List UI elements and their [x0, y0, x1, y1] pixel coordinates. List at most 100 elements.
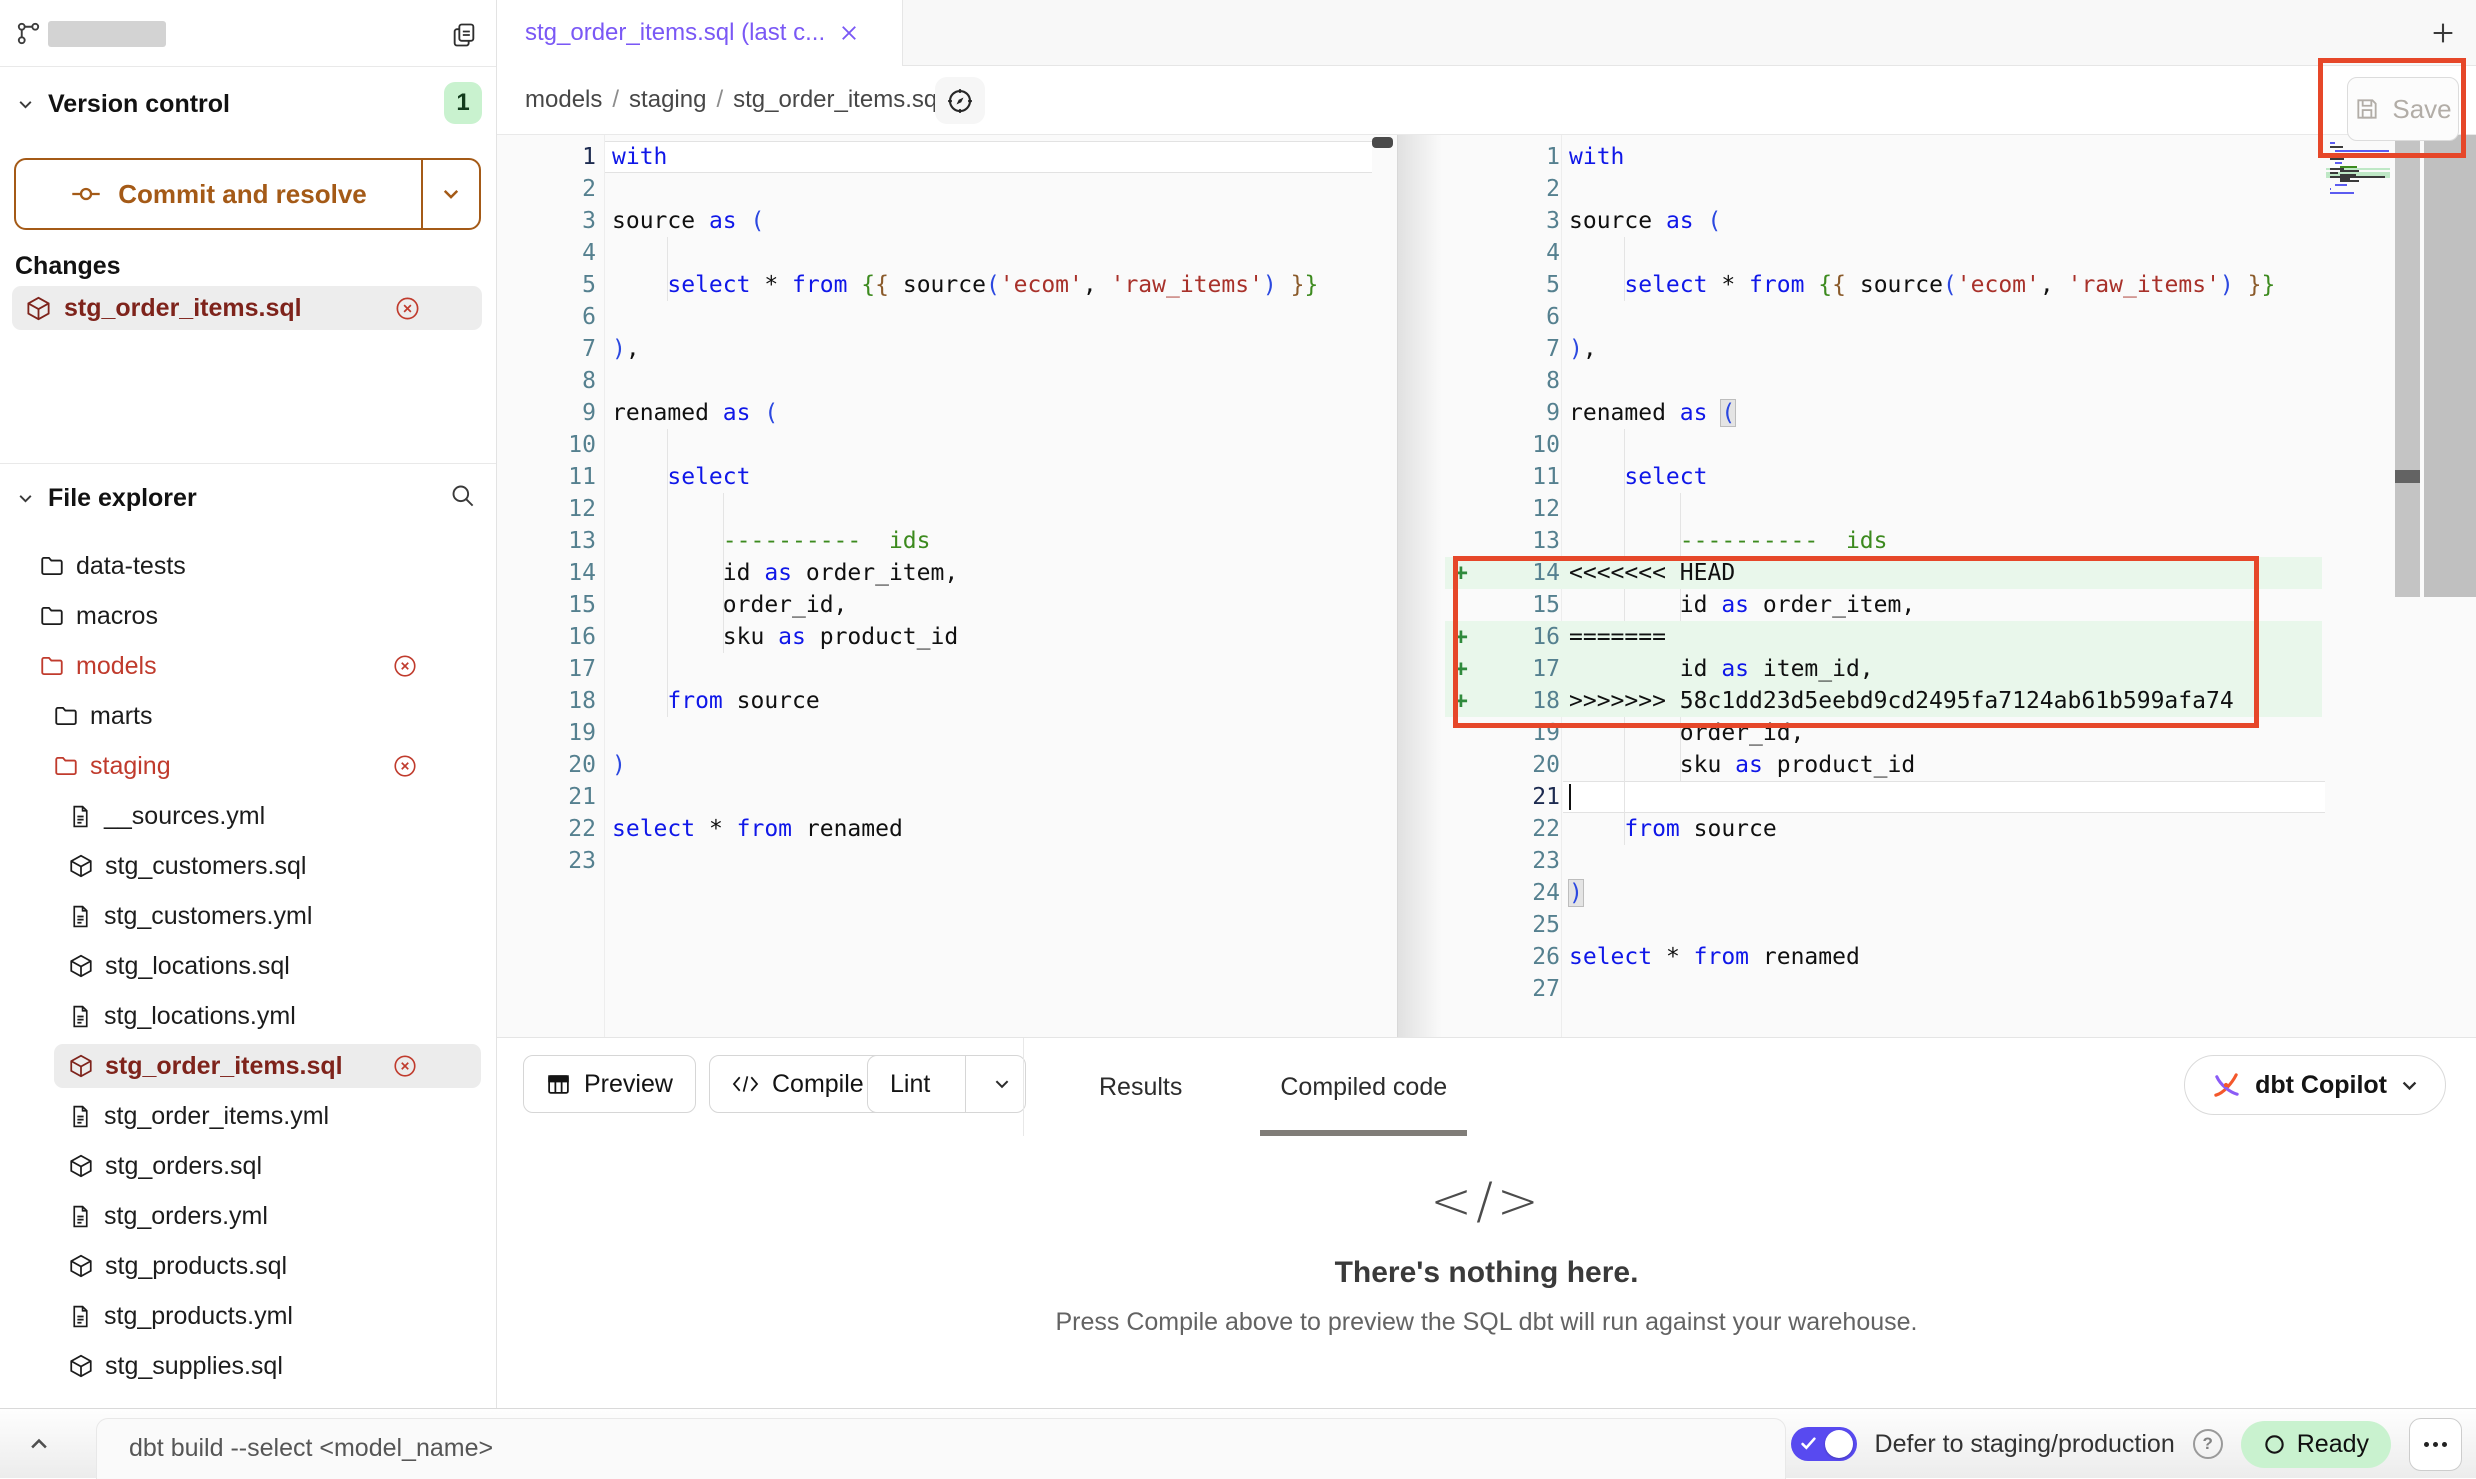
- lint-dropdown-button[interactable]: [979, 1075, 1025, 1093]
- right-code-line-8[interactable]: 8: [1398, 365, 2476, 397]
- left-code-line-18[interactable]: 18 from source: [497, 685, 1397, 717]
- right-code-line-9[interactable]: 9renamed as (: [1398, 397, 2476, 429]
- file-item-models[interactable]: models: [0, 641, 495, 691]
- right-code-line-7[interactable]: 7),: [1398, 333, 2476, 365]
- right-code-line-17[interactable]: +17 id as item_id,: [1398, 653, 2476, 685]
- file-item-staging[interactable]: staging: [0, 741, 495, 791]
- right-code-line-6[interactable]: 6: [1398, 301, 2476, 333]
- left-code-line-10[interactable]: 10: [497, 429, 1397, 461]
- tab-stg-order-items[interactable]: stg_order_items.sql (last c...: [497, 0, 903, 66]
- right-code-line-19[interactable]: 19 order_id,: [1398, 717, 2476, 749]
- left-code-line-12[interactable]: 12: [497, 493, 1397, 525]
- file-item-marts[interactable]: marts: [0, 691, 495, 741]
- right-code-line-20[interactable]: 20 sku as product_id: [1398, 749, 2476, 781]
- dbt-copilot-button[interactable]: dbt Copilot: [2184, 1055, 2446, 1115]
- right-code-line-15[interactable]: 15 id as order_item,: [1398, 589, 2476, 621]
- editor-scrollbar[interactable]: [2395, 135, 2420, 597]
- git-branch-icon[interactable]: [15, 20, 42, 47]
- right-code-line-5[interactable]: 5 select * from {{ source('ecom', 'raw_i…: [1398, 269, 2476, 301]
- close-icon[interactable]: [839, 23, 859, 43]
- right-code-line-4[interactable]: 4: [1398, 237, 2476, 269]
- right-code-line-26[interactable]: 26select * from renamed: [1398, 941, 2476, 973]
- left-code-line-9[interactable]: 9renamed as (: [497, 397, 1397, 429]
- file-item-stg_products.yml[interactable]: stg_products.yml: [0, 1291, 495, 1341]
- discard-change-icon[interactable]: [392, 1053, 418, 1079]
- file-item-stg_locations.sql[interactable]: stg_locations.sql: [0, 941, 495, 991]
- editor-pane-left[interactable]: 1with23source as (45 select * from {{ so…: [497, 135, 1397, 1037]
- file-item-stg_order_items.yml[interactable]: stg_order_items.yml: [0, 1091, 495, 1141]
- file-item-stg_orders.yml[interactable]: stg_orders.yml: [0, 1191, 495, 1241]
- commit-dropdown-button[interactable]: [423, 160, 479, 228]
- chevron-down-icon[interactable]: [17, 490, 34, 507]
- file-item-stg_customers.yml[interactable]: stg_customers.yml: [0, 891, 495, 941]
- left-code-line-3[interactable]: 3source as (: [497, 205, 1397, 237]
- file-item-stg_locations.yml[interactable]: stg_locations.yml: [0, 991, 495, 1041]
- left-code-line-16[interactable]: 16 sku as product_id: [497, 621, 1397, 653]
- right-code-line-27[interactable]: 27: [1398, 973, 2476, 1005]
- left-code-line-19[interactable]: 19: [497, 717, 1397, 749]
- scrollbar-thumb[interactable]: [2395, 470, 2420, 483]
- right-code-line-2[interactable]: 2: [1398, 173, 2476, 205]
- left-code-line-8[interactable]: 8: [497, 365, 1397, 397]
- right-code-line-25[interactable]: 25: [1398, 909, 2476, 941]
- left-code-line-20[interactable]: 20): [497, 749, 1397, 781]
- right-code-line-12[interactable]: 12: [1398, 493, 2476, 525]
- breadcrumb-segment[interactable]: stg_order_items.sql: [733, 86, 942, 114]
- lint-button[interactable]: Lint: [867, 1055, 1026, 1113]
- right-code-line-1[interactable]: 1with: [1398, 141, 2476, 173]
- commit-and-resolve-button[interactable]: Commit and resolve: [14, 158, 481, 230]
- help-icon[interactable]: ?: [2193, 1429, 2223, 1459]
- left-code-line-7[interactable]: 7),: [497, 333, 1397, 365]
- left-code-line-11[interactable]: 11 select: [497, 461, 1397, 493]
- left-code-line-14[interactable]: 14 id as order_item,: [497, 557, 1397, 589]
- file-item-stg_order_items.sql[interactable]: stg_order_items.sql: [0, 1041, 495, 1091]
- lineage-compass-button[interactable]: [935, 77, 985, 124]
- left-code-line-5[interactable]: 5 select * from {{ source('ecom', 'raw_i…: [497, 269, 1397, 301]
- changed-file-row[interactable]: stg_order_items.sql: [12, 286, 482, 330]
- more-options-button[interactable]: [2409, 1418, 2462, 1471]
- copy-files-icon[interactable]: [450, 21, 478, 49]
- pane-divider[interactable]: [1397, 135, 1398, 1037]
- save-button[interactable]: Save: [2347, 77, 2459, 141]
- left-code-line-1[interactable]: 1with: [497, 141, 1397, 173]
- breadcrumb-segment[interactable]: models: [525, 86, 602, 114]
- right-code-line-21[interactable]: 21: [1398, 781, 2476, 813]
- chevron-up-icon[interactable]: [28, 1433, 50, 1455]
- left-code-line-23[interactable]: 23: [497, 845, 1397, 877]
- command-bar[interactable]: dbt build --select <model_name>: [96, 1418, 1786, 1479]
- right-code-line-23[interactable]: 23: [1398, 845, 2476, 877]
- right-code-line-22[interactable]: 22 from source: [1398, 813, 2476, 845]
- file-item-stg_orders.sql[interactable]: stg_orders.sql: [0, 1141, 495, 1191]
- left-code-line-13[interactable]: 13 ---------- ids: [497, 525, 1397, 557]
- right-code-line-24[interactable]: 24): [1398, 877, 2476, 909]
- minimap-scrollbar[interactable]: [2424, 135, 2476, 597]
- compile-button[interactable]: Compile: [709, 1055, 887, 1113]
- left-code-line-6[interactable]: 6: [497, 301, 1397, 333]
- tab-compiled-code[interactable]: Compiled code: [1260, 1038, 1467, 1136]
- file-item-stg_supplies.sql[interactable]: stg_supplies.sql: [0, 1341, 495, 1391]
- new-tab-icon[interactable]: [2429, 19, 2457, 47]
- left-code-line-4[interactable]: 4: [497, 237, 1397, 269]
- preview-button[interactable]: Preview: [523, 1055, 696, 1113]
- chevron-down-icon[interactable]: [17, 96, 34, 113]
- left-code-line-22[interactable]: 22select * from renamed: [497, 813, 1397, 845]
- left-code-line-2[interactable]: 2: [497, 173, 1397, 205]
- discard-change-icon[interactable]: [394, 295, 421, 322]
- editor-pane-right[interactable]: 1with23source as (45 select * from {{ so…: [1398, 135, 2476, 1037]
- file-item-stg_products.sql[interactable]: stg_products.sql: [0, 1241, 495, 1291]
- right-code-line-13[interactable]: 13 ---------- ids: [1398, 525, 2476, 557]
- right-code-line-16[interactable]: +16=======: [1398, 621, 2476, 653]
- left-code-line-21[interactable]: 21: [497, 781, 1397, 813]
- search-icon[interactable]: [449, 482, 476, 509]
- defer-toggle[interactable]: [1791, 1427, 1857, 1461]
- tab-results[interactable]: Results: [1079, 1038, 1202, 1136]
- right-code-line-3[interactable]: 3source as (: [1398, 205, 2476, 237]
- right-code-line-10[interactable]: 10: [1398, 429, 2476, 461]
- left-pane-scrollbar-thumb[interactable]: [1372, 137, 1393, 148]
- file-item-macros[interactable]: macros: [0, 591, 495, 641]
- left-code-line-15[interactable]: 15 order_id,: [497, 589, 1397, 621]
- file-item-data-tests[interactable]: data-tests: [0, 541, 495, 591]
- discard-change-icon[interactable]: [392, 653, 418, 679]
- discard-change-icon[interactable]: [392, 753, 418, 779]
- file-item-stg_customers.sql[interactable]: stg_customers.sql: [0, 841, 495, 891]
